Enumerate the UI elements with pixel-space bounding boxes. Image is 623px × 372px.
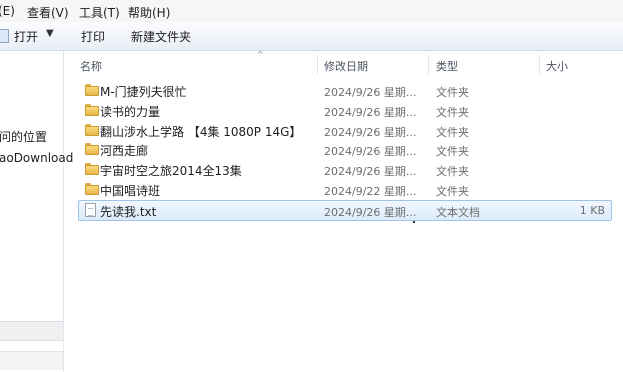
folder-icon [85, 104, 99, 116]
nav-item-download[interactable]: aoDownload [0, 151, 73, 165]
file-name: 宇宙时空之旅2014全13集 [100, 164, 242, 178]
file-date: 2024/9/26 星期... [324, 86, 417, 99]
nav-item-selected[interactable] [0, 321, 63, 341]
menu-help[interactable]: 帮助(H) [128, 4, 170, 21]
file-name: 河西走廊 [100, 144, 149, 158]
menu-view[interactable]: 查看(V) [27, 4, 69, 21]
text-file-icon [85, 203, 96, 217]
open-button[interactable]: 打开 ▼ [0, 22, 60, 50]
column-divider[interactable] [317, 55, 318, 74]
file-row[interactable]: 河西走廊 2024/9/26 星期... 文件夹 [79, 140, 611, 159]
file-type: 文件夹 [436, 165, 469, 178]
file-date: 2024/9/26 星期... [324, 126, 417, 139]
menu-tools[interactable]: 工具(T) [79, 4, 120, 21]
file-name: 中国唱诗班 [100, 184, 161, 198]
file-name: M-门捷列夫很忙 [100, 85, 187, 99]
column-divider[interactable] [539, 55, 540, 74]
folder-icon [85, 163, 99, 175]
file-type: 文本文档 [436, 206, 480, 219]
new-folder-button[interactable]: 新建文件夹 [131, 28, 191, 45]
file-row-selected[interactable]: 先读我.txt 2024/9/26 星期... 文本文档 1 KB [78, 200, 612, 221]
file-name: 读书的力量 [100, 105, 161, 119]
file-date: 2024/9/26 星期... [324, 106, 417, 119]
navigation-pane: 问的位置 aoDownload [0, 51, 73, 372]
nav-item-recent-places[interactable]: 问的位置 [0, 128, 47, 145]
column-divider[interactable] [428, 55, 429, 74]
file-type: 文件夹 [436, 106, 469, 119]
file-type: 文件夹 [436, 145, 469, 158]
file-name: 翻山涉水上学路 【4集 1080P 14G】 [100, 125, 302, 139]
print-button[interactable]: 打印 [81, 28, 105, 45]
column-type[interactable]: 类型 [436, 58, 458, 74]
file-date: 2024/9/22 星期... [324, 185, 417, 198]
folder-icon [85, 143, 99, 155]
column-name[interactable]: 名称 [80, 58, 102, 74]
file-row[interactable]: 翻山涉水上学路 【4集 1080P 14G】 2024/9/26 星期... 文… [79, 121, 611, 140]
folder-icon [85, 124, 99, 136]
file-type: 文件夹 [436, 185, 469, 198]
file-row[interactable]: 宇宙时空之旅2014全13集 2024/9/26 星期... 文件夹 [79, 160, 611, 179]
column-header: ^ 名称 修改日期 类型 大小 [64, 50, 623, 76]
sort-up-icon: ^ [257, 50, 264, 59]
column-size[interactable]: 大小 [546, 58, 568, 74]
nav-item[interactable] [0, 351, 63, 370]
mouse-cursor-dot [413, 221, 415, 223]
file-row[interactable]: 读书的力量 2024/9/26 星期... 文件夹 [79, 101, 611, 120]
toolbar: 打开 ▼ 打印 新建文件夹 [0, 22, 623, 51]
file-row[interactable]: M-门捷列夫很忙 2024/9/26 星期... 文件夹 [79, 81, 611, 100]
file-row[interactable]: 中国唱诗班 2024/9/22 星期... 文件夹 [79, 180, 611, 199]
open-label: 打开 [14, 30, 39, 44]
file-type: 文件夹 [436, 126, 469, 139]
open-icon [0, 29, 9, 43]
folder-icon [85, 84, 99, 96]
file-size: 1 KB [579, 204, 605, 217]
chevron-down-icon[interactable]: ▼ [46, 28, 54, 39]
file-list: M-门捷列夫很忙 2024/9/26 星期... 文件夹 读书的力量 2024/… [64, 81, 623, 372]
folder-icon [85, 183, 99, 195]
file-date: 2024/9/26 星期... [324, 165, 417, 178]
file-date: 2024/9/26 星期... [324, 206, 417, 219]
menu-bar: (E) 查看(V) 工具(T) 帮助(H) [0, 0, 623, 23]
file-type: 文件夹 [436, 86, 469, 99]
file-name: 先读我.txt [100, 205, 157, 219]
menu-edit[interactable]: (E) [0, 4, 15, 18]
file-date: 2024/9/26 星期... [324, 145, 417, 158]
column-date[interactable]: 修改日期 [324, 58, 368, 74]
